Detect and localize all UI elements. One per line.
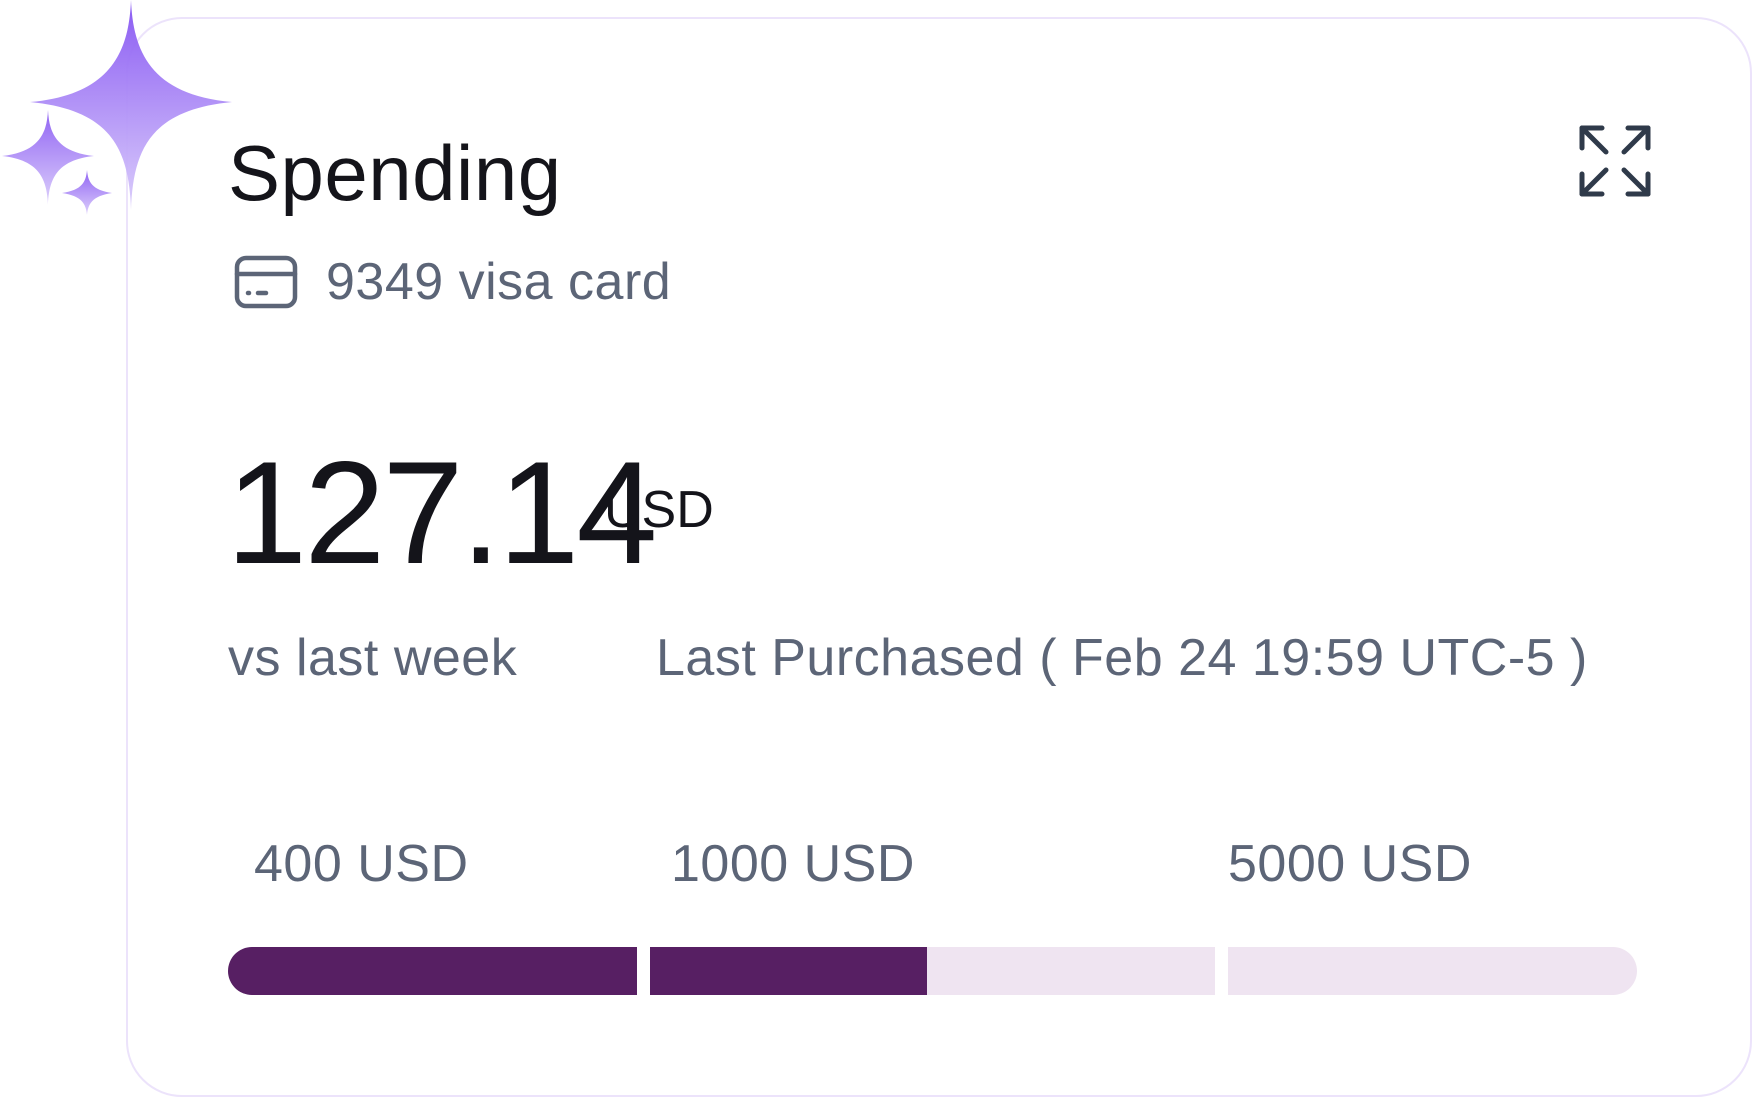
widget-title: Spending <box>228 129 562 217</box>
card-info: 9349 visa card <box>234 254 671 310</box>
threshold-label-400: 400 USD <box>254 835 469 893</box>
progress-fill-2 <box>650 947 927 995</box>
sparkles-icon <box>2 0 232 215</box>
currency-label: USD <box>604 481 714 539</box>
expand-button[interactable] <box>1578 124 1652 198</box>
comparison-label: vs last week <box>228 629 518 687</box>
credit-card-icon <box>234 255 298 309</box>
progress-fill-1 <box>228 947 637 995</box>
expand-icon <box>1579 125 1651 197</box>
threshold-label-5000: 5000 USD <box>1228 835 1472 893</box>
spending-amount: 127.14 <box>226 431 658 594</box>
progress-segment-1 <box>228 947 637 995</box>
progress-segment-3 <box>1228 947 1637 995</box>
progress-segment-2 <box>650 947 1215 995</box>
threshold-label-1000: 1000 USD <box>671 835 915 893</box>
card-label: 9349 visa card <box>326 253 672 311</box>
last-purchased-label: Last Purchased ( Feb 24 19:59 UTC-5 ) <box>656 629 1588 687</box>
